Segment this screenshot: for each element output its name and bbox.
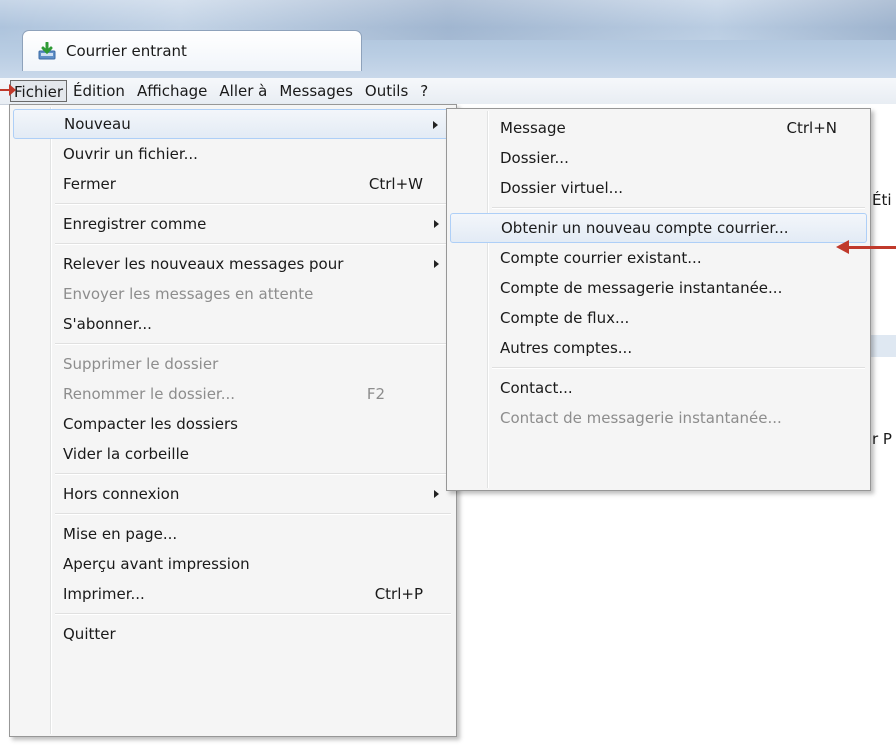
- menu-edition[interactable]: Édition: [67, 80, 131, 102]
- submenu-item-message[interactable]: Message Ctrl+N: [450, 113, 867, 143]
- menu-item-quitter[interactable]: Quitter: [13, 619, 453, 649]
- menu-item-label: Ouvrir un fichier...: [63, 145, 198, 163]
- shortcut-label: Ctrl+N: [786, 119, 837, 137]
- tab-courrier-entrant[interactable]: Courrier entrant: [22, 30, 362, 71]
- menu-item-enregistrer[interactable]: Enregistrer comme: [13, 209, 453, 239]
- menu-item-label: Quitter: [63, 625, 116, 643]
- menu-item-label: Supprimer le dossier: [63, 355, 219, 373]
- menu-separator: [55, 343, 451, 345]
- submenu-arrow-icon: [434, 220, 439, 228]
- annotation-arrow-right: [836, 240, 896, 254]
- menu-item-label: Dossier virtuel...: [500, 179, 623, 197]
- menu-item-label: Dossier...: [500, 149, 569, 167]
- menu-separator: [55, 473, 451, 475]
- tab-label: Courrier entrant: [66, 42, 187, 60]
- submenu-arrow-icon: [433, 121, 438, 129]
- menu-item-label: Contact de messagerie instantanée...: [500, 409, 782, 427]
- menu-item-label: S'abonner...: [63, 315, 152, 333]
- menu-item-hors-connexion[interactable]: Hors connexion: [13, 479, 453, 509]
- menu-item-supprimer[interactable]: Supprimer le dossier: [13, 349, 453, 379]
- menu-item-relever[interactable]: Relever les nouveaux messages pour: [13, 249, 453, 279]
- menu-item-label: Fermer: [63, 175, 116, 193]
- menu-fichier[interactable]: Fichier: [10, 80, 68, 102]
- menu-separator: [492, 367, 865, 369]
- submenu-arrow-icon: [434, 260, 439, 268]
- menu-aller-a[interactable]: Aller à: [213, 80, 273, 102]
- submenu-arrow-icon: [434, 490, 439, 498]
- submenu-item-contact[interactable]: Contact...: [450, 373, 867, 403]
- menu-affichage[interactable]: Affichage: [131, 80, 213, 102]
- shortcut-label: Ctrl+P: [374, 585, 423, 603]
- menu-item-label: Compte de messagerie instantanée...: [500, 279, 783, 297]
- menu-separator: [55, 513, 451, 515]
- menu-item-label: Mise en page...: [63, 525, 178, 543]
- menu-item-abonner[interactable]: S'abonner...: [13, 309, 453, 339]
- nouveau-submenu: Message Ctrl+N Dossier... Dossier virtue…: [446, 108, 871, 491]
- submenu-item-autres-comptes[interactable]: Autres comptes...: [450, 333, 867, 363]
- menu-item-nouveau[interactable]: Nouveau: [13, 109, 453, 139]
- menu-item-label: Envoyer les messages en attente: [63, 285, 314, 303]
- submenu-item-dossier[interactable]: Dossier...: [450, 143, 867, 173]
- menu-item-vider[interactable]: Vider la corbeille: [13, 439, 453, 469]
- menu-item-label: Hors connexion: [63, 485, 180, 503]
- menu-item-label: Message: [500, 119, 566, 137]
- menu-separator: [55, 243, 451, 245]
- menu-item-compacter[interactable]: Compacter les dossiers: [13, 409, 453, 439]
- menu-item-label: Imprimer...: [63, 585, 145, 603]
- menu-separator: [55, 203, 451, 205]
- menu-item-label: Compte de flux...: [500, 309, 630, 327]
- menu-outils[interactable]: Outils: [359, 80, 414, 102]
- menu-item-label: Nouveau: [64, 115, 131, 133]
- shortcut-label: F2: [366, 385, 385, 403]
- menu-item-label: Renommer le dossier...: [63, 385, 236, 403]
- menu-item-renommer[interactable]: Renommer le dossier... F2: [13, 379, 453, 409]
- menu-messages[interactable]: Messages: [273, 80, 359, 102]
- shortcut-label: Ctrl+W: [368, 175, 423, 193]
- menu-item-label: Compte courrier existant...: [500, 249, 702, 267]
- menu-item-apercu[interactable]: Aperçu avant impression: [13, 549, 453, 579]
- menu-item-label: Vider la corbeille: [63, 445, 189, 463]
- menu-item-fermer[interactable]: Fermer Ctrl+W: [13, 169, 453, 199]
- inbox-download-icon: [38, 41, 56, 60]
- menu-item-label: Compacter les dossiers: [63, 415, 238, 433]
- submenu-item-obtenir-compte[interactable]: Obtenir un nouveau compte courrier...: [450, 213, 867, 243]
- menu-item-label: Enregistrer comme: [63, 215, 207, 233]
- submenu-item-contact-messagerie[interactable]: Contact de messagerie instantanée...: [450, 403, 867, 433]
- menu-bar: Fichier Édition Affichage Aller à Messag…: [0, 78, 896, 105]
- submenu-item-compte-existant[interactable]: Compte courrier existant...: [450, 243, 867, 273]
- fichier-menu: Nouveau Ouvrir un fichier... Fermer Ctrl…: [9, 104, 457, 737]
- menu-help[interactable]: ?: [414, 80, 434, 102]
- background-text-rp: r P: [872, 430, 892, 448]
- menu-item-imprimer[interactable]: Imprimer... Ctrl+P: [13, 579, 453, 609]
- menu-item-label: Relever les nouveaux messages pour: [63, 255, 344, 273]
- menu-item-envoyer[interactable]: Envoyer les messages en attente: [13, 279, 453, 309]
- menu-item-mise-en-page[interactable]: Mise en page...: [13, 519, 453, 549]
- menu-item-label: Aperçu avant impression: [63, 555, 250, 573]
- menu-item-ouvrir[interactable]: Ouvrir un fichier...: [13, 139, 453, 169]
- submenu-item-dossier-virtuel[interactable]: Dossier virtuel...: [450, 173, 867, 203]
- menu-item-label: Autres comptes...: [500, 339, 633, 357]
- menu-item-label: Contact...: [500, 379, 573, 397]
- submenu-item-compte-flux[interactable]: Compte de flux...: [450, 303, 867, 333]
- annotation-arrow-left: [0, 84, 16, 96]
- submenu-item-compte-messagerie[interactable]: Compte de messagerie instantanée...: [450, 273, 867, 303]
- background-text-eti: Éti: [872, 191, 892, 209]
- menu-item-label: Obtenir un nouveau compte courrier...: [501, 219, 789, 237]
- menu-separator: [55, 613, 451, 615]
- menu-separator: [492, 207, 865, 209]
